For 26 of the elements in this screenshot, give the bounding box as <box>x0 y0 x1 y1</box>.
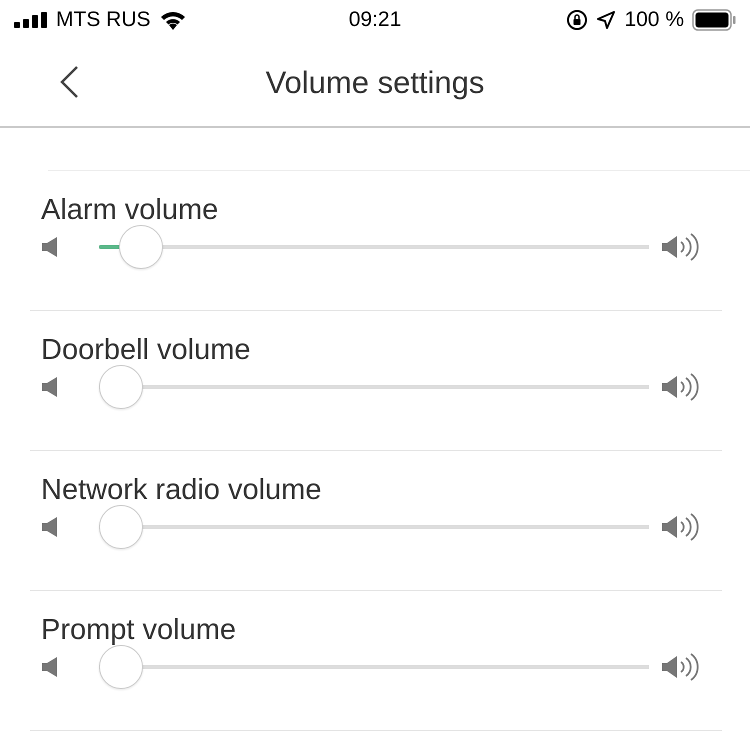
carrier-name: MTS RUS <box>56 7 150 34</box>
rotation-lock-icon <box>566 9 588 31</box>
battery-icon <box>692 9 736 31</box>
volume-high-icon <box>661 653 699 681</box>
wifi-icon <box>158 10 186 30</box>
volume-low-icon <box>41 236 59 258</box>
slider-thumb[interactable] <box>99 505 143 549</box>
volume-low-icon <box>41 376 59 398</box>
slider-label: Doorbell volume <box>41 333 252 367</box>
volume-high-icon <box>661 373 699 401</box>
slider-thumb[interactable] <box>119 225 164 269</box>
signal-icon <box>14 12 48 28</box>
location-arrow-icon <box>596 10 616 30</box>
slider-label: Prompt volume <box>41 613 238 647</box>
back-button[interactable] <box>58 64 80 100</box>
slider-thumb[interactable] <box>99 365 143 409</box>
slider-thumb[interactable] <box>99 645 143 689</box>
page-title: Volume settings <box>266 64 484 102</box>
volume-high-icon <box>661 233 699 261</box>
volume-low-icon <box>41 656 59 678</box>
volume-low-icon <box>41 516 59 538</box>
slider-label: Network radio volume <box>41 473 322 507</box>
slider-label: Alarm volume <box>41 193 220 227</box>
battery-percent: 100 % <box>624 7 684 34</box>
volume-high-icon <box>661 513 699 541</box>
clock-time: 09:21 <box>348 7 402 34</box>
